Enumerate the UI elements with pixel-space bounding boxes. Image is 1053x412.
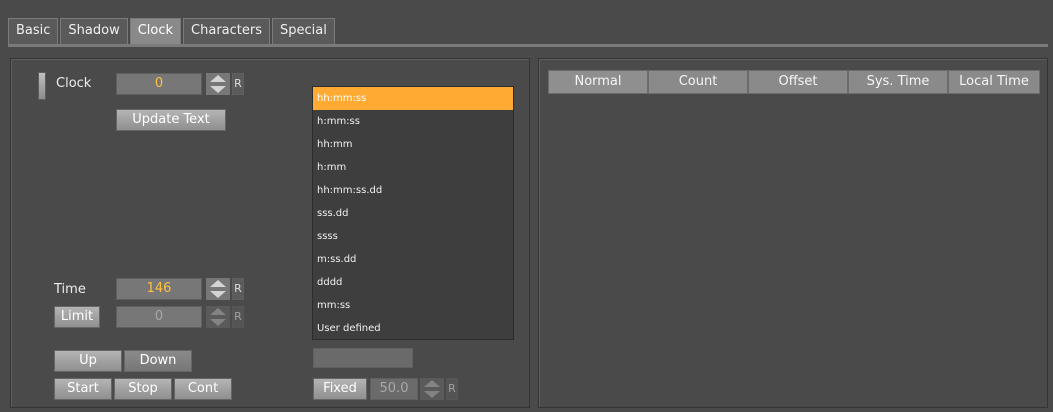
spinner-arrows-icon [206, 306, 230, 328]
limit-reset-button[interactable]: R [232, 306, 244, 328]
clock-spinner[interactable] [206, 73, 230, 95]
fixed-spinner[interactable] [420, 378, 444, 400]
tab-shadow[interactable]: Shadow [60, 18, 128, 44]
spinner-arrows-icon [206, 73, 230, 95]
format-item-hh-mm-ss[interactable]: hh:mm:ss [313, 87, 513, 110]
direction-down-button[interactable]: Down [124, 350, 192, 372]
cont-button[interactable]: Cont [174, 378, 232, 400]
format-item-hh-mm-ss-dd[interactable]: hh:mm:ss.dd [313, 179, 513, 202]
time-label: Time [54, 282, 86, 297]
update-text-button[interactable]: Update Text [116, 109, 226, 131]
tab-basic[interactable]: Basic [8, 18, 59, 44]
start-button[interactable]: Start [54, 378, 112, 400]
time-value-field[interactable]: 146 [116, 278, 202, 300]
stop-button[interactable]: Stop [114, 378, 172, 400]
spinner-arrows-icon [420, 378, 444, 400]
limit-button[interactable]: Limit [54, 306, 100, 328]
clock-label: Clock [56, 76, 92, 91]
tab-clock[interactable]: Clock [129, 18, 182, 44]
format-item-h-mm[interactable]: h:mm [313, 156, 513, 179]
tab-special[interactable]: Special [272, 18, 335, 44]
user-format-field[interactable] [313, 348, 413, 368]
format-item-user-defined[interactable]: User defined [313, 317, 513, 340]
time-format-list: hh:mm:ss h:mm:ss hh:mm h:mm hh:mm:ss.dd … [312, 86, 514, 340]
time-reset-button[interactable]: R [232, 278, 244, 300]
tab-characters[interactable]: Characters [183, 18, 271, 44]
mode-count-tab[interactable]: Count [648, 70, 748, 94]
spinner-arrows-icon [206, 278, 230, 300]
format-item-hh-mm[interactable]: hh:mm [313, 133, 513, 156]
format-item-mm-ss[interactable]: mm:ss [313, 294, 513, 317]
fixed-button[interactable]: Fixed [313, 378, 367, 400]
time-spinner[interactable] [206, 278, 230, 300]
fixed-reset-button[interactable]: R [446, 378, 458, 400]
tab-underline [8, 44, 1048, 47]
format-item-m-ss-dd[interactable]: m:ss.dd [313, 248, 513, 271]
mode-offset-tab[interactable]: Offset [748, 70, 848, 94]
mode-local-time-tab[interactable]: Local Time [948, 70, 1040, 94]
clock-toggle[interactable] [38, 72, 46, 100]
mode-normal-tab[interactable]: Normal [548, 70, 648, 94]
limit-value-field[interactable]: 0 [116, 306, 202, 328]
fixed-value-field[interactable]: 50.0 [370, 378, 418, 400]
tab-bar: Basic Shadow Clock Characters Special [8, 18, 337, 46]
clock-value-field[interactable]: 0 [116, 73, 202, 95]
limit-spinner[interactable] [206, 306, 230, 328]
mode-sys-time-tab[interactable]: Sys. Time [848, 70, 948, 94]
mode-panel [538, 58, 1048, 408]
format-item-h-mm-ss[interactable]: h:mm:ss [313, 110, 513, 133]
format-item-ssss[interactable]: ssss [313, 225, 513, 248]
format-item-sss-dd[interactable]: sss.dd [313, 202, 513, 225]
clock-reset-button[interactable]: R [232, 73, 244, 95]
format-item-dddd[interactable]: dddd [313, 271, 513, 294]
direction-up-button[interactable]: Up [54, 350, 122, 372]
